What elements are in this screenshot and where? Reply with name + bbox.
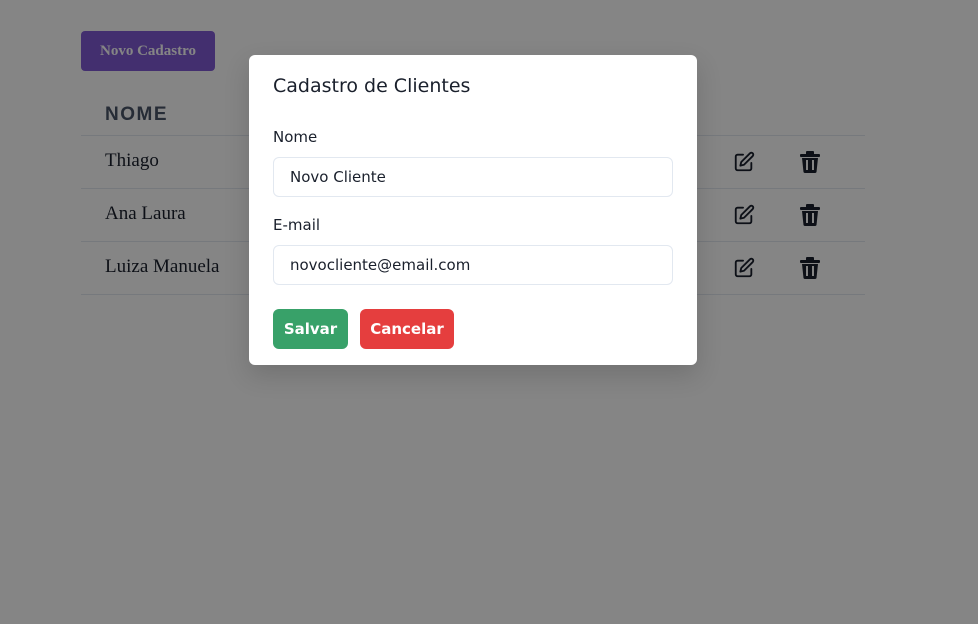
- page: Novo Cadastro NOME Thiago Ana Laura Luiz…: [0, 0, 978, 624]
- client-registration-modal: Cadastro de Clientes Nome E-mail Salvar …: [249, 55, 697, 365]
- save-button[interactable]: Salvar: [273, 309, 348, 349]
- email-input[interactable]: [273, 245, 673, 285]
- name-input[interactable]: [273, 157, 673, 197]
- cancel-button[interactable]: Cancelar: [360, 309, 454, 349]
- modal-title: Cadastro de Clientes: [273, 75, 471, 97]
- email-field-label: E-mail: [273, 216, 321, 234]
- name-field-label: Nome: [273, 128, 318, 146]
